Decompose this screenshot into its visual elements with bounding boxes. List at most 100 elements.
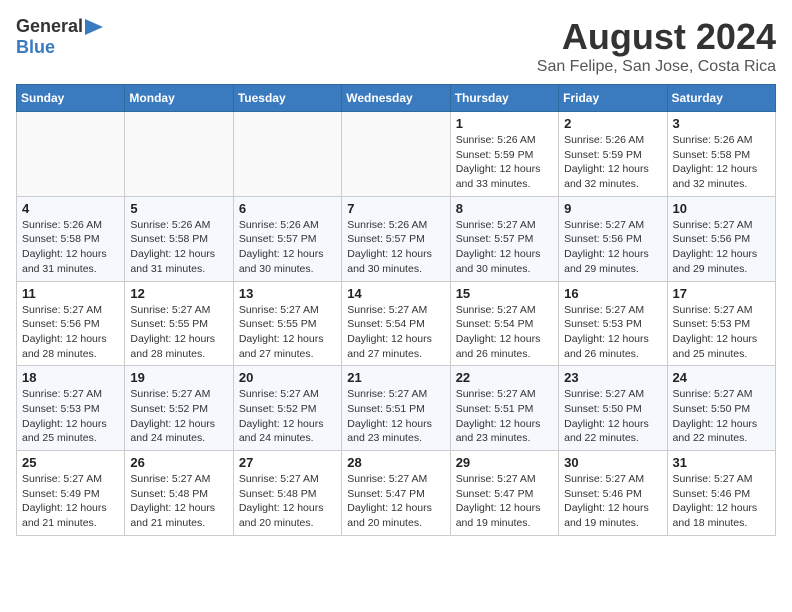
- header-sunday: Sunday: [17, 85, 125, 112]
- logo-general-text: General: [16, 16, 83, 37]
- day-info: Sunrise: 5:27 AMSunset: 5:53 PMDaylight:…: [673, 303, 770, 362]
- day-info: Sunrise: 5:27 AMSunset: 5:55 PMDaylight:…: [239, 303, 336, 362]
- day-number: 29: [456, 455, 553, 470]
- day-number: 1: [456, 116, 553, 131]
- calendar-week-row: 25 Sunrise: 5:27 AMSunset: 5:49 PMDayligh…: [17, 451, 776, 536]
- day-number: 8: [456, 201, 553, 216]
- day-number: 23: [564, 370, 661, 385]
- day-info: Sunrise: 5:26 AMSunset: 5:59 PMDaylight:…: [456, 133, 553, 192]
- day-number: 31: [673, 455, 770, 470]
- day-info: Sunrise: 5:26 AMSunset: 5:58 PMDaylight:…: [22, 218, 119, 277]
- calendar-cell: 13Sunrise: 5:27 AMSunset: 5:55 PMDayligh…: [233, 281, 341, 366]
- calendar-cell: 12 Sunrise: 5:27 AMSunset: 5:55 PMDayligh…: [125, 281, 233, 366]
- day-number: 18: [22, 370, 119, 385]
- calendar-cell: 15Sunrise: 5:27 AMSunset: 5:54 PMDayligh…: [450, 281, 558, 366]
- calendar-cell: 28 Sunrise: 5:27 AMSunset: 5:47 PMDayligh…: [342, 451, 450, 536]
- calendar-cell: 24 Sunrise: 5:27 AMSunset: 5:50 PMDayligh…: [667, 366, 775, 451]
- day-info: Sunrise: 5:27 AMSunset: 5:54 PMDaylight:…: [456, 303, 553, 362]
- day-number: 25: [22, 455, 119, 470]
- day-number: 30: [564, 455, 661, 470]
- header-monday: Monday: [125, 85, 233, 112]
- day-info: Sunrise: 5:27 AMSunset: 5:56 PMDaylight:…: [564, 218, 661, 277]
- calendar-cell: 25 Sunrise: 5:27 AMSunset: 5:49 PMDayligh…: [17, 451, 125, 536]
- logo-blue-text: Blue: [16, 37, 55, 57]
- day-info: Sunrise: 5:27 AMSunset: 5:56 PMDaylight:…: [22, 303, 119, 362]
- calendar-cell: 1 Sunrise: 5:26 AMSunset: 5:59 PMDaylight…: [450, 112, 558, 197]
- day-info: Sunrise: 5:27 AMSunset: 5:48 PMDaylight:…: [130, 472, 227, 531]
- calendar-cell: [342, 112, 450, 197]
- day-info: Sunrise: 5:26 AMSunset: 5:57 PMDaylight:…: [239, 218, 336, 277]
- day-number: 7: [347, 201, 444, 216]
- calendar-week-row: 4 Sunrise: 5:26 AMSunset: 5:58 PMDaylight…: [17, 196, 776, 281]
- calendar-cell: 2 Sunrise: 5:26 AMSunset: 5:59 PMDaylight…: [559, 112, 667, 197]
- day-number: 17: [673, 286, 770, 301]
- day-number: 26: [130, 455, 227, 470]
- page-subtitle: San Felipe, San Jose, Costa Rica: [537, 58, 776, 76]
- page-header: General Blue August 2024 San Felipe, San…: [16, 16, 776, 76]
- day-info: Sunrise: 5:27 AMSunset: 5:48 PMDaylight:…: [239, 472, 336, 531]
- logo-arrow-icon: [85, 19, 103, 35]
- calendar-cell: [125, 112, 233, 197]
- day-number: 21: [347, 370, 444, 385]
- title-block: August 2024 San Felipe, San Jose, Costa …: [537, 16, 776, 76]
- day-number: 3: [673, 116, 770, 131]
- day-number: 11: [22, 286, 119, 301]
- calendar-cell: 26 Sunrise: 5:27 AMSunset: 5:48 PMDayligh…: [125, 451, 233, 536]
- day-info: Sunrise: 5:27 AMSunset: 5:46 PMDaylight:…: [673, 472, 770, 531]
- calendar-cell: 5 Sunrise: 5:26 AMSunset: 5:58 PMDaylight…: [125, 196, 233, 281]
- day-info: Sunrise: 5:27 AMSunset: 5:50 PMDaylight:…: [564, 387, 661, 446]
- day-number: 24: [673, 370, 770, 385]
- calendar-cell: [17, 112, 125, 197]
- calendar-cell: 30 Sunrise: 5:27 AMSunset: 5:46 PMDayligh…: [559, 451, 667, 536]
- day-info: Sunrise: 5:27 AMSunset: 5:50 PMDaylight:…: [673, 387, 770, 446]
- day-info: Sunrise: 5:27 AMSunset: 5:53 PMDaylight:…: [22, 387, 119, 446]
- day-info: Sunrise: 5:27 AMSunset: 5:53 PMDaylight:…: [564, 303, 661, 362]
- logo: General Blue: [16, 16, 103, 58]
- day-info: Sunrise: 5:27 AMSunset: 5:56 PMDaylight:…: [673, 218, 770, 277]
- calendar-cell: 27Sunrise: 5:27 AMSunset: 5:48 PMDayligh…: [233, 451, 341, 536]
- day-info: Sunrise: 5:27 AMSunset: 5:49 PMDaylight:…: [22, 472, 119, 531]
- day-number: 14: [347, 286, 444, 301]
- calendar-cell: 14 Sunrise: 5:27 AMSunset: 5:54 PMDayligh…: [342, 281, 450, 366]
- calendar-week-row: 11 Sunrise: 5:27 AMSunset: 5:56 PMDayligh…: [17, 281, 776, 366]
- calendar-cell: 16 Sunrise: 5:27 AMSunset: 5:53 PMDayligh…: [559, 281, 667, 366]
- header-saturday: Saturday: [667, 85, 775, 112]
- calendar-cell: 10Sunrise: 5:27 AMSunset: 5:56 PMDayligh…: [667, 196, 775, 281]
- day-number: 20: [239, 370, 336, 385]
- day-number: 4: [22, 201, 119, 216]
- day-info: Sunrise: 5:27 AMSunset: 5:46 PMDaylight:…: [564, 472, 661, 531]
- calendar-header-row: SundayMondayTuesdayWednesdayThursdayFrid…: [17, 85, 776, 112]
- calendar-table: SundayMondayTuesdayWednesdayThursdayFrid…: [16, 84, 776, 536]
- day-number: 2: [564, 116, 661, 131]
- calendar-cell: 31 Sunrise: 5:27 AMSunset: 5:46 PMDayligh…: [667, 451, 775, 536]
- day-info: Sunrise: 5:27 AMSunset: 5:55 PMDaylight:…: [130, 303, 227, 362]
- day-info: Sunrise: 5:26 AMSunset: 5:58 PMDaylight:…: [130, 218, 227, 277]
- day-info: Sunrise: 5:27 AMSunset: 5:51 PMDaylight:…: [347, 387, 444, 446]
- day-info: Sunrise: 5:27 AMSunset: 5:51 PMDaylight:…: [456, 387, 553, 446]
- calendar-cell: 18 Sunrise: 5:27 AMSunset: 5:53 PMDayligh…: [17, 366, 125, 451]
- day-info: Sunrise: 5:27 AMSunset: 5:47 PMDaylight:…: [456, 472, 553, 531]
- calendar-cell: 9 Sunrise: 5:27 AMSunset: 5:56 PMDaylight…: [559, 196, 667, 281]
- day-number: 19: [130, 370, 227, 385]
- calendar-cell: 3 Sunrise: 5:26 AMSunset: 5:58 PMDaylight…: [667, 112, 775, 197]
- calendar-cell: 20Sunrise: 5:27 AMSunset: 5:52 PMDayligh…: [233, 366, 341, 451]
- calendar-cell: 17 Sunrise: 5:27 AMSunset: 5:53 PMDayligh…: [667, 281, 775, 366]
- header-tuesday: Tuesday: [233, 85, 341, 112]
- day-number: 16: [564, 286, 661, 301]
- calendar-cell: [233, 112, 341, 197]
- day-number: 22: [456, 370, 553, 385]
- day-info: Sunrise: 5:27 AMSunset: 5:47 PMDaylight:…: [347, 472, 444, 531]
- calendar-cell: 21 Sunrise: 5:27 AMSunset: 5:51 PMDayligh…: [342, 366, 450, 451]
- day-info: Sunrise: 5:26 AMSunset: 5:59 PMDaylight:…: [564, 133, 661, 192]
- day-info: Sunrise: 5:27 AMSunset: 5:54 PMDaylight:…: [347, 303, 444, 362]
- day-number: 28: [347, 455, 444, 470]
- day-number: 9: [564, 201, 661, 216]
- calendar-cell: 11 Sunrise: 5:27 AMSunset: 5:56 PMDayligh…: [17, 281, 125, 366]
- day-info: Sunrise: 5:27 AMSunset: 5:57 PMDaylight:…: [456, 218, 553, 277]
- calendar-cell: 6Sunrise: 5:26 AMSunset: 5:57 PMDaylight…: [233, 196, 341, 281]
- calendar-week-row: 18 Sunrise: 5:27 AMSunset: 5:53 PMDayligh…: [17, 366, 776, 451]
- day-number: 5: [130, 201, 227, 216]
- day-number: 12: [130, 286, 227, 301]
- header-thursday: Thursday: [450, 85, 558, 112]
- day-info: Sunrise: 5:26 AMSunset: 5:58 PMDaylight:…: [673, 133, 770, 192]
